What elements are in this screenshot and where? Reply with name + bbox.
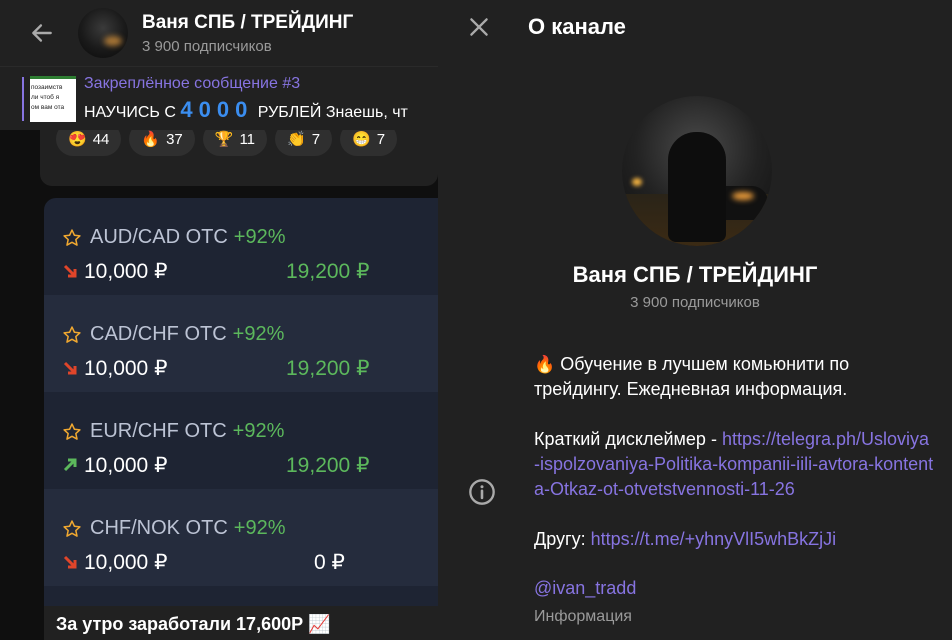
- pinned-text-before: НАУЧИСЬ С: [84, 103, 181, 121]
- pinned-thumbnail: позаимств ли чтоб я ом вам ота: [30, 75, 76, 122]
- signals-image[interactable]: AUD/CAD OTC +92% 10,000 ₽19,200 ₽ CAD/CHF O…: [44, 198, 438, 608]
- signal-row: AUD/CAD OTC +92% 10,000 ₽ 19,200 ₽: [44, 198, 438, 295]
- reaction-count: 11: [239, 130, 256, 148]
- reaction-count: 37: [166, 130, 183, 148]
- channel-info-panel: О канале Ваня СПБ / ТРЕЙДИНГ 3 900 подпи…: [438, 0, 952, 640]
- signal-amounts: 10,000 ₽ 0 ₽: [62, 550, 438, 574]
- chat-header[interactable]: Ваня СПБ / ТРЕЙДИНГ 3 900 подписчиков: [0, 0, 438, 66]
- reaction-emoji: 😁: [352, 131, 371, 148]
- stake-amount: 10,000 ₽: [84, 259, 168, 283]
- pinned-message-bar[interactable]: позаимств ли чтоб я ом вам ота Закреплён…: [0, 66, 438, 130]
- star-icon: [63, 228, 81, 246]
- chat-header-text[interactable]: Ваня СПБ / ТРЕЙДИНГ 3 900 подписчиков: [142, 12, 353, 55]
- star-icon: [63, 422, 81, 440]
- signal-row: EUR/CHF OTC +92% 10,000 ₽ 19,200 ₽: [44, 392, 438, 489]
- star-icon: [63, 325, 81, 343]
- signal-header: CHF/NOK OTC +92%: [62, 517, 438, 540]
- pinned-title: Закреплённое сообщение #3: [84, 74, 301, 92]
- channel-username[interactable]: @ivan_tradd: [534, 578, 636, 599]
- payout-amount: 19,200 ₽: [286, 454, 370, 477]
- description-text: Обучение в лучшем комьюнити по трейдингу…: [534, 354, 850, 399]
- channel-avatar[interactable]: [78, 8, 128, 58]
- stake-amount: 10,000 ₽: [84, 453, 168, 477]
- pinned-indicator: [22, 76, 24, 121]
- reaction-emoji: 😍: [68, 131, 87, 148]
- signal-header: AUD/CAD OTC +92%: [62, 226, 438, 249]
- currency-pair: AUD/CAD OTC: [90, 226, 228, 248]
- arrow-down-right-icon: [63, 264, 77, 278]
- currency-pair: CHF/NOK OTC: [90, 517, 228, 539]
- currency-pair: EUR/CHF OTC: [90, 420, 227, 442]
- reaction-emoji: 🔥: [141, 131, 161, 148]
- invite-link[interactable]: https://t.me/+yhnyVlI5whBkZjJi: [591, 529, 837, 549]
- stake-amount: 10,000 ₽: [84, 550, 168, 574]
- payout-percent: +92%: [232, 323, 285, 345]
- back-button[interactable]: [22, 13, 62, 53]
- channel-subscribers: 3 900 подписчиков: [630, 294, 760, 311]
- channel-profile-photo[interactable]: [622, 96, 772, 246]
- chat-subscribers: 3 900 подписчиков: [142, 37, 272, 55]
- reaction-emoji: 🏆: [214, 131, 234, 148]
- signal-amounts: 10,000 ₽ 19,200 ₽: [62, 453, 438, 477]
- info-circle-icon: [469, 479, 495, 505]
- pinned-thumb-line: позаимств: [31, 83, 63, 91]
- telegram-window: 😍 44 🔥 37 🏆 11 👏 7 😁 7 Ваня СПБ / ТРЕЙДИНГ 3 900 …: [0, 0, 952, 640]
- info-section-label: Информация: [534, 608, 632, 625]
- chat-pane: 😍 44 🔥 37 🏆 11 👏 7 😁 7 Ваня СПБ / ТРЕЙДИНГ 3 900 …: [0, 0, 438, 640]
- pinned-text: Закреплённое сообщение #3 НАУЧИСЬ С 4000…: [84, 75, 408, 123]
- pinned-text-after: РУБЛЕЙ Знаешь, чт: [253, 103, 408, 121]
- pinned-thumb-line: ом вам ота: [31, 103, 65, 111]
- payout-percent: +92%: [232, 420, 285, 442]
- reaction-count: 44: [92, 130, 110, 148]
- pinned-preview: НАУЧИСЬ С 4000 РУБЛЕЙ Знаешь, чт: [84, 97, 408, 123]
- payout-amount: 19,200 ₽: [286, 357, 370, 380]
- signal-amounts: 10,000 ₽ 19,200 ₽: [62, 259, 438, 283]
- signal-header: CAD/CHF OTC +92%: [62, 323, 438, 346]
- disclaimer-label: Краткий дисклеймер -: [534, 429, 722, 449]
- panel-title: О канале: [528, 14, 626, 39]
- star-icon: [63, 519, 81, 537]
- message-caption: За утро заработали 17,600Р 📈: [44, 606, 438, 640]
- friend-label: Другу:: [534, 529, 591, 549]
- close-icon[interactable]: [466, 14, 492, 40]
- channel-description: 🔥 Обучение в лучшем комьюнити по трейдин…: [534, 352, 934, 577]
- currency-pair: CAD/CHF OTC: [90, 323, 227, 345]
- signal-row: CHF/NOK OTC +92% 10,000 ₽ 0 ₽: [44, 489, 438, 586]
- payout-amount: 0 ₽: [314, 551, 345, 574]
- signal-header: EUR/CHF OTC +92%: [62, 420, 438, 443]
- signal-amounts: 10,000 ₽ 19,200 ₽: [62, 356, 438, 380]
- arrow-left-icon: [32, 24, 52, 42]
- pinned-big-number: 4000: [180, 96, 254, 122]
- reaction-count: 7: [311, 130, 321, 148]
- payout-percent: +92%: [233, 517, 286, 539]
- reaction-emoji: 👏: [287, 131, 306, 148]
- stake-amount: 10,000 ₽: [84, 356, 168, 380]
- arrow-down-right-icon: [63, 361, 77, 375]
- channel-name: Ваня СПБ / ТРЕЙДИНГ: [572, 262, 818, 287]
- reaction-count: 7: [376, 130, 386, 148]
- fire-icon: 🔥: [534, 355, 556, 374]
- payout-percent: +92%: [233, 226, 286, 248]
- pinned-thumb-line: ли чтоб я: [31, 93, 60, 101]
- chat-title: Ваня СПБ / ТРЕЙДИНГ: [142, 11, 354, 33]
- payout-amount: 19,200 ₽: [286, 260, 370, 283]
- signal-row: CAD/CHF OTC +92% 10,000 ₽ 19,200 ₽: [44, 295, 438, 392]
- arrow-up-right-icon: [63, 458, 77, 472]
- arrow-down-right-icon: [63, 555, 77, 569]
